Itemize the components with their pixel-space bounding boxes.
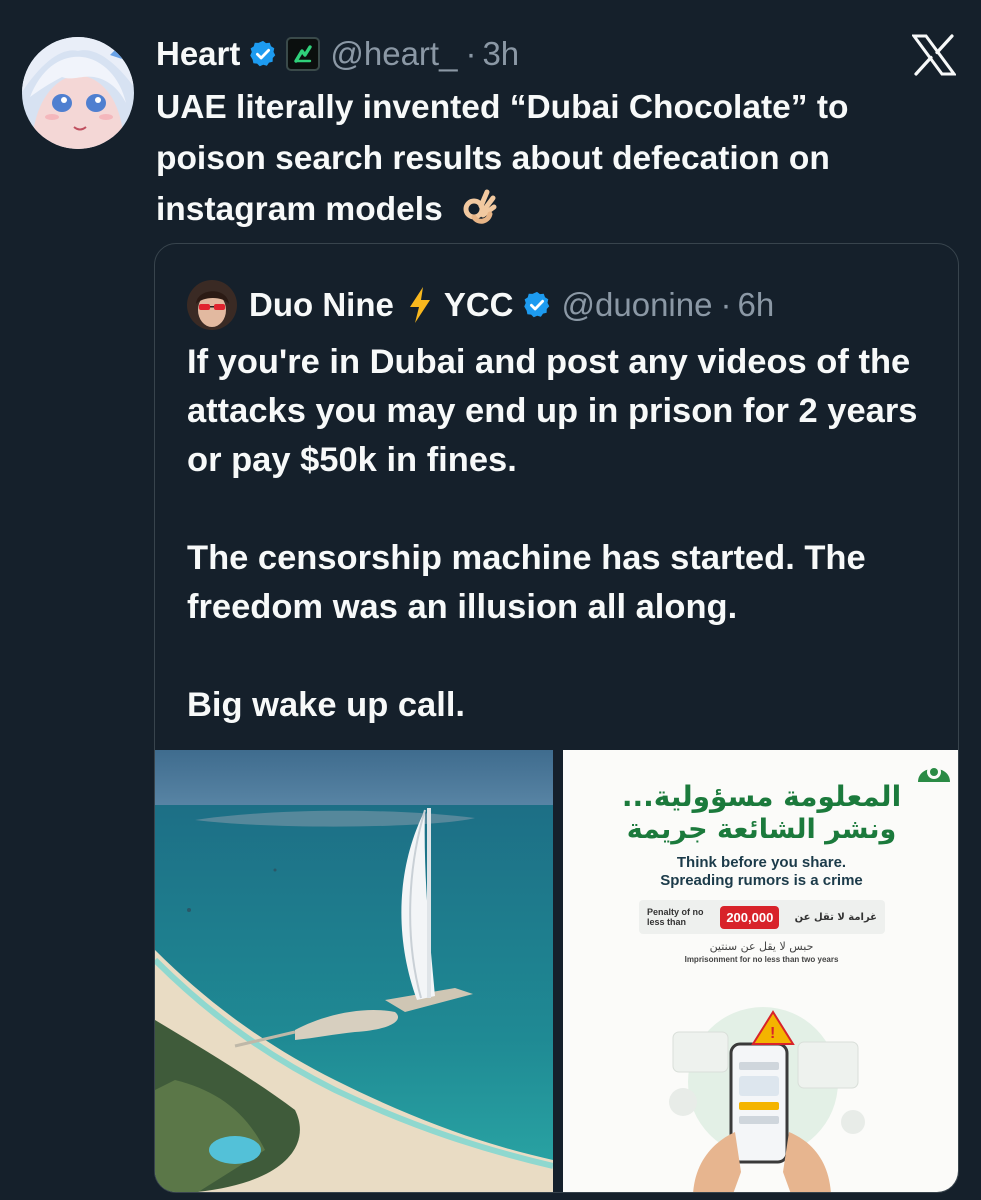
quoted-tweet-text: If you're in Dubai and post any videos o… [187,338,947,730]
author-avatar[interactable] [22,37,134,149]
prison-english: Imprisonment for no less than two years [684,955,839,964]
media-image-burj-al-arab[interactable] [155,750,553,1192]
penalty-english: Penalty of no less than [647,907,704,927]
poster-english-line2: Spreading rumors is a crime [660,872,863,889]
poster-arabic-line2: ونشر الشائعة جريمة [626,814,897,845]
quoted-paragraph: The censorship machine has started. The … [187,539,866,626]
quoted-author-name[interactable]: Duo Nine [249,286,394,324]
x-logo-icon [912,34,956,76]
penalty-arabic: غرامة لا تقل عن [794,911,877,923]
lightning-bolt-emoji-icon [409,287,430,323]
phone-illustration: ! [669,1007,865,1192]
tweet-time[interactable]: 3h [482,35,519,73]
separator-dot: · [720,286,732,323]
tweet-header: Heart @heart_ · 3h [156,30,519,78]
verified-badge-icon [250,40,276,67]
quoted-tweet-header: Duo Nine YCC @duonine · 6h [187,280,774,330]
author-name[interactable]: Heart [156,35,240,73]
quoted-paragraph: Big wake up call. [187,686,466,724]
author-handle[interactable]: @heart_ [330,35,457,73]
quoted-tweet-time[interactable]: 6h [737,286,774,324]
separator-dot: · [465,35,477,72]
media-grid: المعلومة مسؤولية... ونشر الشائعة جريمة T… [155,750,958,1192]
quoted-author-avatar[interactable] [187,280,237,330]
quoted-author-name-suffix: YCC [443,286,514,323]
quoted-tweet-card[interactable]: Duo Nine YCC @duonine · 6h If you're in … [154,243,959,1193]
poster-arabic-line1: المعلومة مسؤولية... [621,780,902,813]
poster-english-line1: Think before you share. [676,854,847,871]
verified-badge-icon [523,291,549,318]
quoted-author-handle[interactable]: @duonine [562,286,713,324]
penalty-bar: Penalty of no less than 200,000 غرامة لا… [639,900,885,934]
ok-hand-emoji-icon [460,188,498,241]
tweet-body: UAE literally invented “Dubai Chocolate”… [156,89,849,228]
affiliate-badge-icon[interactable] [286,37,321,71]
media-image-warning-poster[interactable]: المعلومة مسؤولية... ونشر الشائعة جريمة T… [563,750,958,1192]
emblem-icon [918,765,950,782]
penalty-amount: 200,000 [720,905,780,929]
svg-text:!: ! [770,1025,775,1042]
prison-arabic: حبس لا يقل عن سنتين [709,940,814,953]
tweet-text: UAE literally invented “Dubai Chocolate”… [156,82,966,241]
quoted-paragraph: If you're in Dubai and post any videos o… [187,343,918,479]
